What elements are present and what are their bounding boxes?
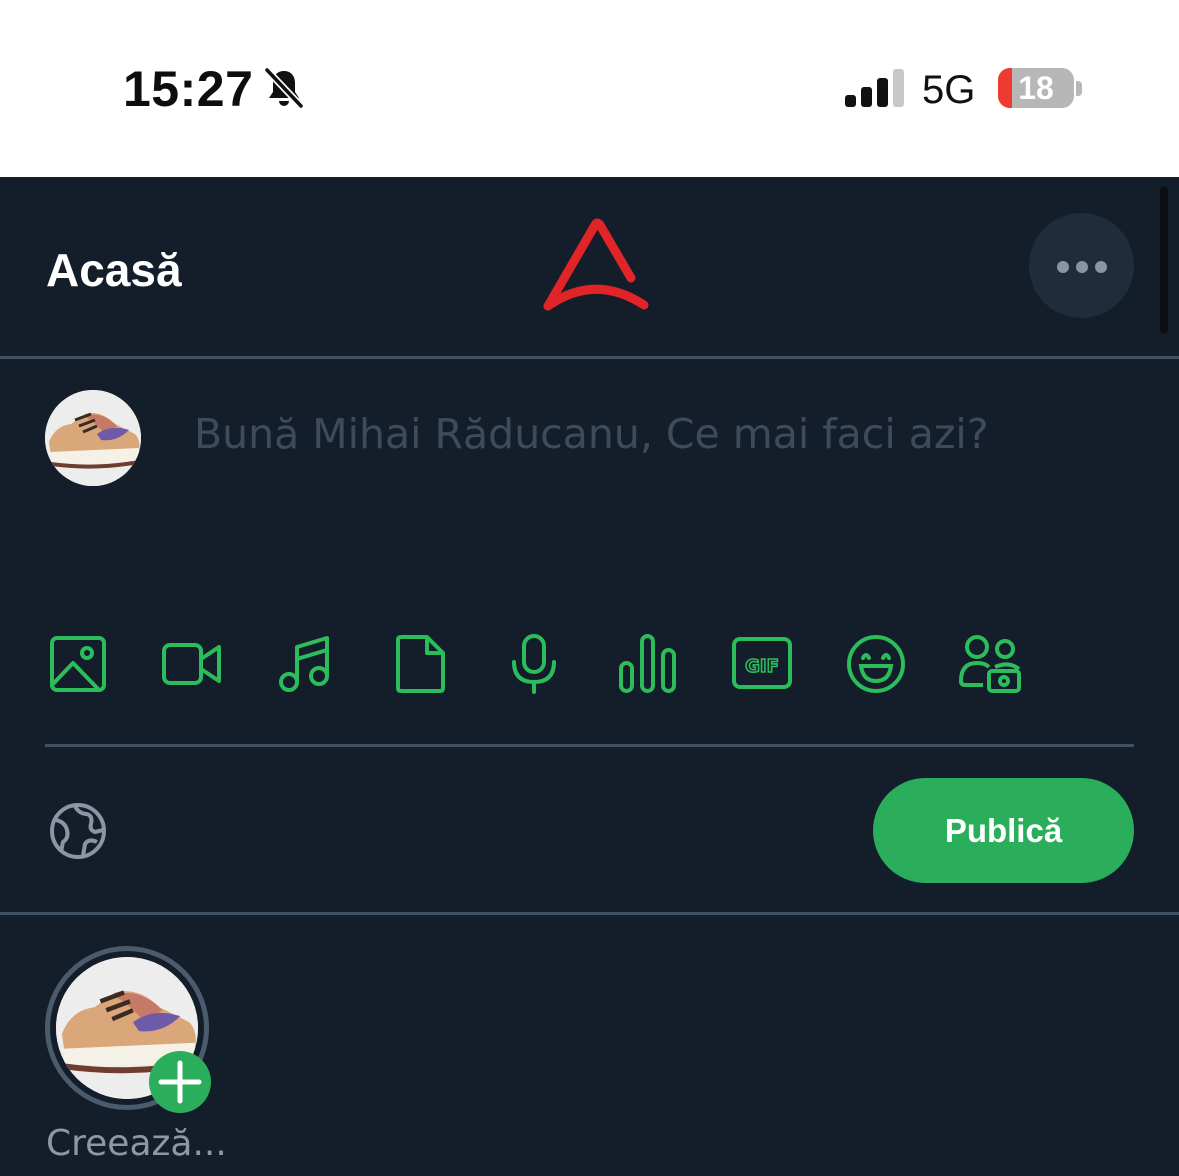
battery-level: 18 — [1018, 70, 1054, 106]
audience-selector[interactable] — [49, 802, 107, 860]
video-camera-icon — [162, 643, 221, 685]
add-emoji-button[interactable] — [845, 633, 907, 695]
publish-button[interactable]: Publică — [873, 778, 1134, 883]
post-composer-input[interactable] — [192, 398, 1116, 470]
plus-icon — [158, 1060, 202, 1104]
add-music-button[interactable] — [275, 633, 337, 695]
user-avatar[interactable] — [45, 390, 141, 486]
ellipsis-dot — [1076, 261, 1088, 273]
status-time: 15:27 — [123, 61, 254, 117]
microphone-icon — [512, 634, 556, 694]
poll-bars-icon — [619, 634, 676, 693]
paid-users-icon — [959, 635, 1021, 693]
add-story-button[interactable] — [149, 1051, 211, 1113]
paid-audience-button[interactable] — [959, 633, 1021, 695]
header-divider — [0, 356, 1179, 359]
add-poll-button[interactable] — [617, 633, 679, 695]
globe-icon — [50, 803, 106, 859]
image-icon — [50, 636, 106, 692]
add-file-button[interactable] — [389, 633, 451, 695]
brand-arc-logo-icon[interactable] — [540, 218, 656, 318]
home-screen: 15:27 5G 18 Acasă Bună Mihai Răducanu, C… — [0, 0, 1179, 1176]
composer-divider — [45, 744, 1134, 747]
ellipsis-dot — [1057, 261, 1069, 273]
add-gif-button[interactable]: GIF — [731, 633, 793, 695]
network-type: 5G — [922, 68, 976, 112]
gif-icon: GIF — [732, 637, 792, 689]
bell-slash-icon — [264, 67, 304, 109]
create-story-label: Creează... — [46, 1123, 227, 1164]
battery-cap — [1076, 81, 1082, 96]
sneaker-image — [45, 390, 141, 486]
composer-bottom-divider — [0, 912, 1179, 915]
cellular-signal-icon — [845, 69, 904, 107]
add-video-button[interactable] — [161, 633, 223, 695]
record-audio-button[interactable] — [503, 633, 565, 695]
file-icon — [396, 635, 445, 693]
music-note-icon — [279, 636, 329, 692]
battery-icon: 18 — [998, 68, 1074, 108]
scrollbar[interactable] — [1160, 186, 1168, 334]
more-options-button[interactable] — [1029, 213, 1134, 318]
status-bar: 15:27 5G 18 — [0, 0, 1179, 177]
ellipsis-dot — [1095, 261, 1107, 273]
page-title: Acasă — [46, 244, 182, 296]
add-image-button[interactable] — [47, 633, 109, 695]
svg-text:GIF: GIF — [745, 656, 779, 677]
emoji-icon — [847, 635, 905, 693]
